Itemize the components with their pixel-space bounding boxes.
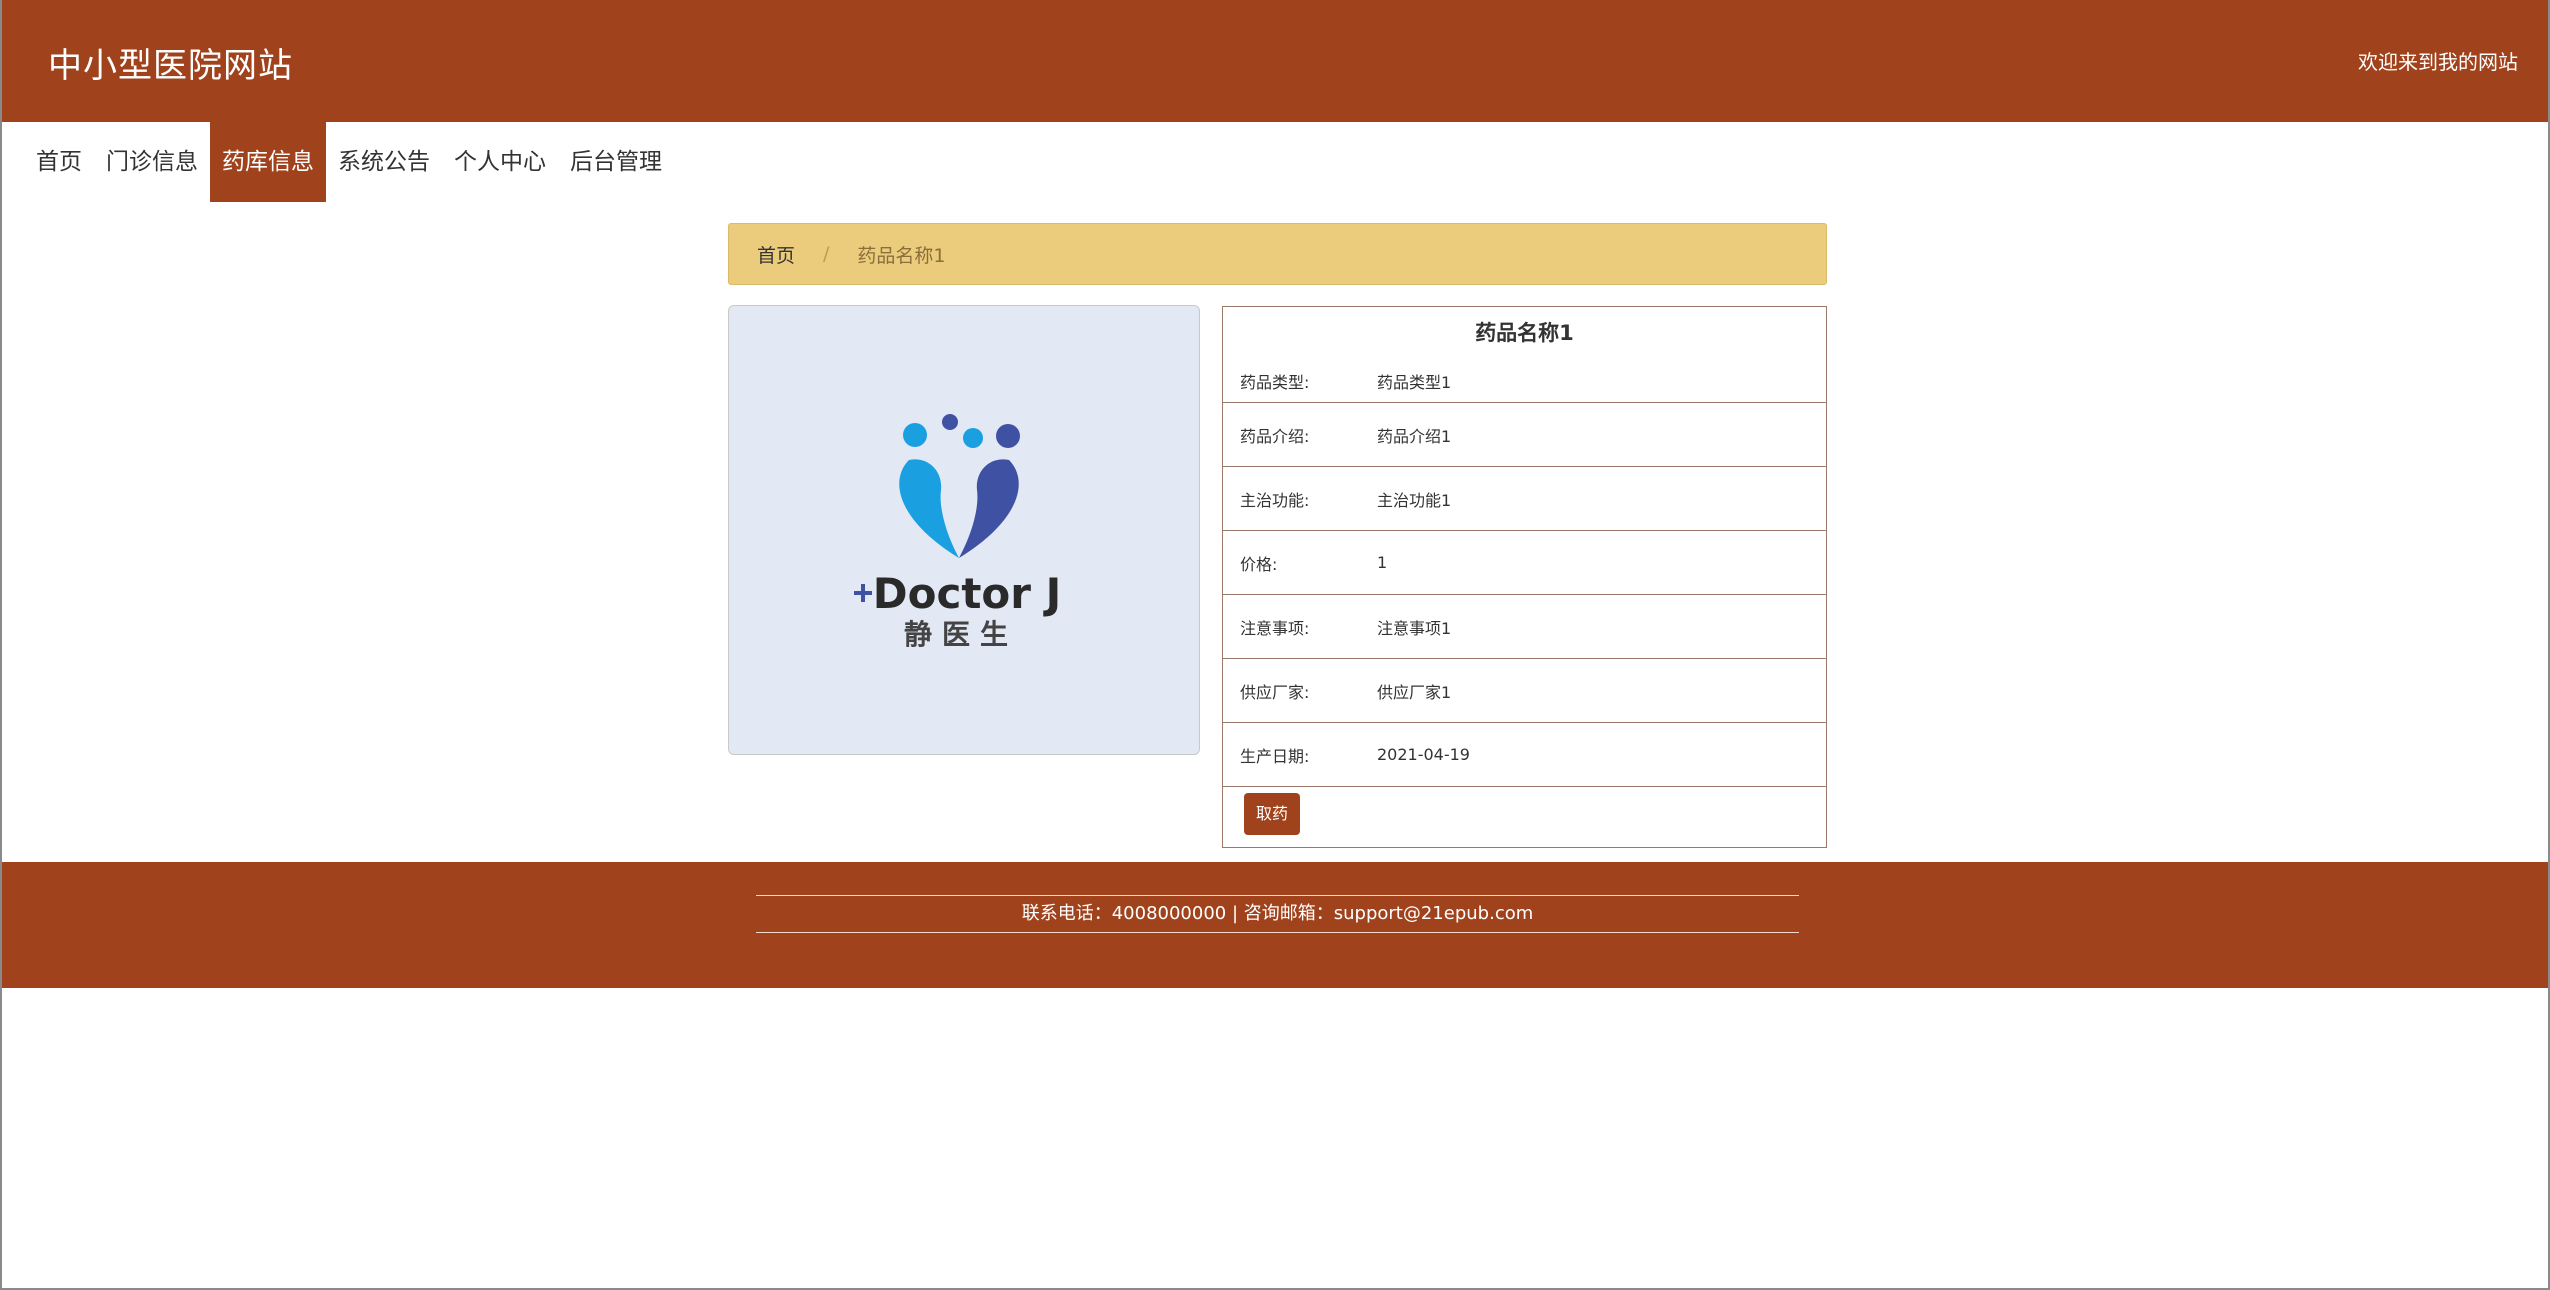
- page: 中小型医院网站 欢迎来到我的网站 首页 门诊信息 药库信息 系统公告 个人中心 …: [0, 0, 2550, 1290]
- footer-contact: 联系电话：4008000000 | 咨询邮箱：support@21epub.co…: [756, 895, 1799, 933]
- footer: 联系电话：4008000000 | 咨询邮箱：support@21epub.co…: [2, 862, 2548, 988]
- doctor-j-logo: Doctor J 静医生: [854, 414, 1062, 650]
- detail-row-production-date: 生产日期: 2021-04-19: [1223, 723, 1826, 787]
- detail-label: 价格:: [1240, 554, 1278, 574]
- detail-label: 药品介绍:: [1240, 426, 1310, 446]
- medicine-name-title: 药品名称1: [1475, 321, 1574, 345]
- detail-value: 2021-04-19: [1377, 745, 1470, 764]
- detail-row-notes: 注意事项: 注意事项1: [1223, 595, 1826, 659]
- detail-label: 供应厂家:: [1240, 682, 1310, 702]
- take-medicine-button[interactable]: 取药: [1244, 793, 1300, 835]
- medicine-detail-table: 药品名称1 药品类型: 药品类型1 药品介绍: 药品介绍1 主治功能: 主治功能…: [1222, 306, 1827, 848]
- detail-row-price: 价格: 1: [1223, 531, 1826, 595]
- detail-label: 主治功能:: [1240, 490, 1310, 510]
- detail-label: 注意事项:: [1240, 618, 1310, 638]
- medicine-image: Doctor J 静医生: [728, 305, 1200, 755]
- logo-brand-cn: 静医生: [904, 618, 1018, 650]
- main-nav: 首页 门诊信息 药库信息 系统公告 个人中心 后台管理: [24, 122, 674, 202]
- logo-brand-en: Doctor J: [873, 569, 1062, 618]
- breadcrumb-home-link[interactable]: 首页: [757, 241, 795, 268]
- detail-row-supplier: 供应厂家: 供应厂家1: [1223, 659, 1826, 723]
- nav-item-announcements[interactable]: 系统公告: [326, 122, 442, 202]
- nav-item-clinic-info[interactable]: 门诊信息: [94, 122, 210, 202]
- detail-label: 药品类型:: [1240, 373, 1310, 392]
- welcome-text: 欢迎来到我的网站: [2358, 50, 2518, 74]
- header: 中小型医院网站 欢迎来到我的网站: [2, 0, 2548, 122]
- detail-actions: 取药: [1223, 787, 1826, 835]
- detail-value: 主治功能1: [1377, 490, 1452, 510]
- nav-item-personal-center[interactable]: 个人中心: [442, 122, 558, 202]
- breadcrumb-current: 药品名称1: [857, 244, 946, 267]
- detail-row-type: 药品类型: 药品类型1: [1223, 359, 1826, 403]
- site-title[interactable]: 中小型医院网站: [48, 38, 293, 87]
- detail-label: 生产日期:: [1240, 746, 1310, 766]
- detail-value: 注意事项1: [1377, 618, 1452, 638]
- nav-item-home[interactable]: 首页: [24, 122, 94, 202]
- breadcrumb-separator: /: [823, 243, 830, 265]
- nav-item-admin[interactable]: 后台管理: [558, 122, 674, 202]
- detail-value: 药品介绍1: [1377, 426, 1452, 446]
- detail-row-function: 主治功能: 主治功能1: [1223, 467, 1826, 531]
- detail-row-intro: 药品介绍: 药品介绍1: [1223, 403, 1826, 467]
- detail-value: 药品类型1: [1377, 373, 1452, 392]
- detail-value: 供应厂家1: [1377, 682, 1452, 702]
- breadcrumb: 首页 / 药品名称1: [728, 223, 1827, 285]
- detail-value: 1: [1377, 553, 1388, 572]
- nav-item-pharmacy-info[interactable]: 药库信息: [210, 122, 326, 202]
